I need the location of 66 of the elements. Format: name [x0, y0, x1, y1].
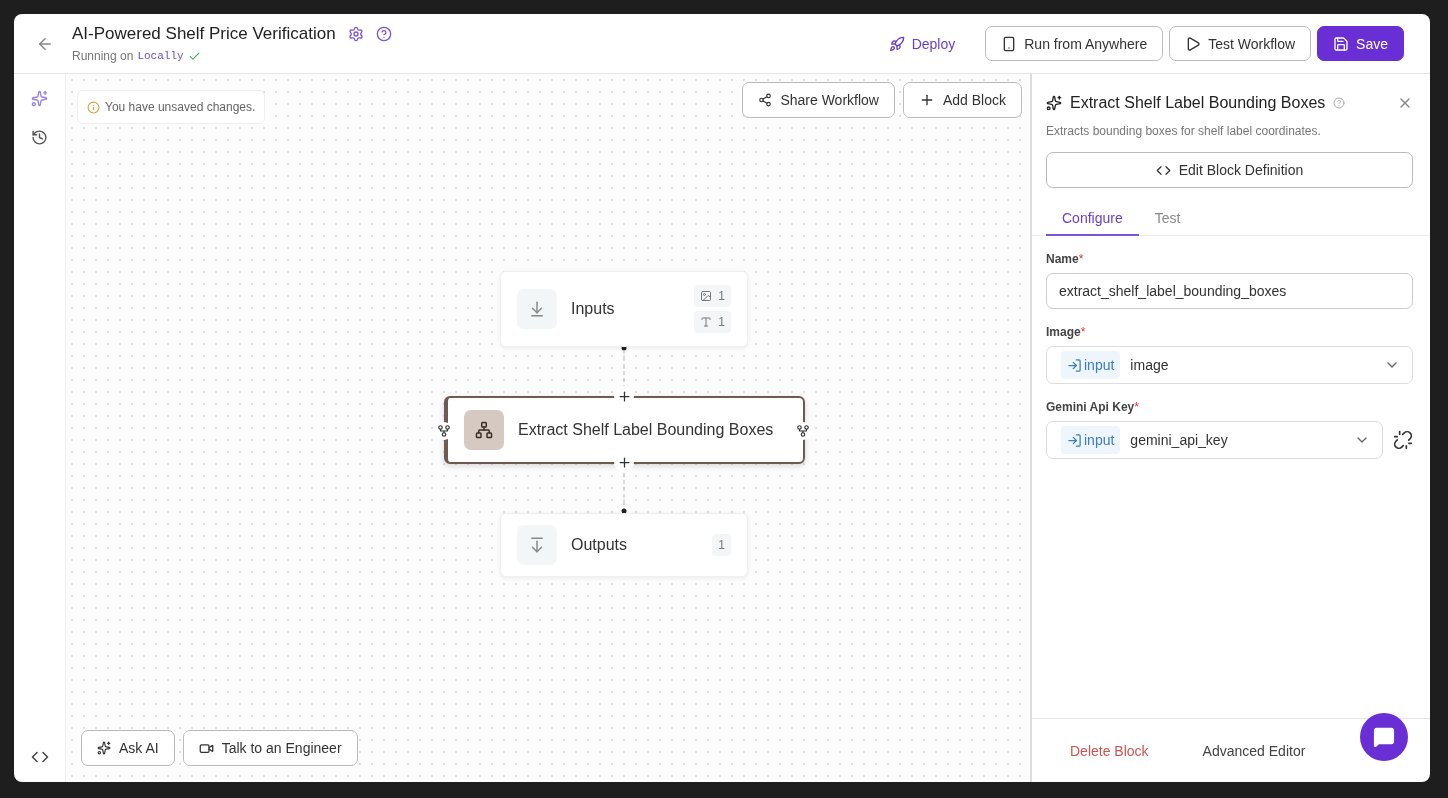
save-icon: [1333, 35, 1350, 52]
field-label: Image: [1046, 325, 1081, 339]
info-icon: [87, 100, 100, 114]
ask-ai-button[interactable]: Ask AI: [81, 730, 175, 766]
workflow-title: AI-Powered Shelf Price Verification: [72, 24, 336, 44]
download-icon: [517, 289, 557, 329]
branch-handle[interactable]: [794, 422, 812, 440]
workflow-node[interactable]: Extract Shelf Label Bounding Boxes: [444, 396, 805, 464]
network-icon: [464, 410, 504, 450]
arrow-into-bracket-icon: [1067, 432, 1082, 448]
block-description: Extracts bounding boxes for shelf label coordinates.: [1046, 124, 1322, 138]
help-button[interactable]: [375, 26, 392, 42]
count-badge: 1: [694, 285, 731, 307]
required-mark: *: [1080, 325, 1086, 339]
settings-button[interactable]: [347, 26, 364, 42]
required-mark: *: [1134, 400, 1139, 414]
select-field[interactable]: input image: [1046, 346, 1413, 384]
sparkles-icon: [97, 741, 111, 755]
history-icon[interactable]: [31, 129, 48, 146]
input-tag: input: [1061, 351, 1121, 379]
workflow-node[interactable]: Inputs 1 1: [500, 271, 748, 347]
advanced-editor-button[interactable]: Advanced Editor: [1196, 741, 1312, 760]
header-button[interactable]: Test Workflow: [1169, 26, 1312, 61]
input-tag: input: [1061, 426, 1121, 454]
panel-title: Extract Shelf Label Bounding Boxes: [1070, 94, 1326, 112]
connector-line: [621, 472, 627, 514]
delete-block-button[interactable]: Delete Block: [1064, 741, 1155, 760]
plus-icon: [616, 388, 632, 404]
plus-icon: [616, 454, 632, 470]
play-icon: [1185, 35, 1202, 52]
name-field[interactable]: extract_shelf_label_bounding_boxes: [1046, 273, 1413, 309]
field-label: Gemini Api Key: [1046, 400, 1135, 414]
arrow-down-icon: [517, 525, 557, 565]
node-label: Outputs: [571, 536, 629, 554]
node-label: Extract Shelf Label Bounding Boxes: [518, 421, 775, 439]
share-workflow-button[interactable]: Share Workflow: [742, 82, 895, 118]
image-icon: [700, 290, 713, 302]
chat-button[interactable]: [1360, 713, 1408, 761]
count-badge: 1: [712, 534, 731, 556]
add-block-button[interactable]: Add Block: [902, 82, 1022, 118]
save-button[interactable]: Save: [1317, 26, 1404, 61]
sparkles-icon[interactable]: [31, 90, 48, 107]
share-icon: [758, 93, 773, 107]
edit-definition-button[interactable]: Edit Block Definition: [1046, 152, 1413, 188]
sparkles-icon: [1046, 95, 1062, 111]
text-icon: [700, 316, 713, 328]
select-field[interactable]: input gemini_api_key: [1046, 421, 1383, 459]
workflow-node[interactable]: Outputs 1: [500, 513, 748, 577]
deploy-link[interactable]: Deploy: [872, 26, 972, 61]
header-button[interactable]: Run from Anywhere: [985, 26, 1164, 61]
running-on-label: Running on: [72, 49, 134, 63]
select-value: gemini_api_key: [1130, 432, 1229, 448]
select-value: image: [1130, 357, 1170, 373]
node-label: Inputs: [571, 300, 616, 318]
field-label: Name: [1046, 252, 1079, 266]
notice-text: You have unsaved changes.: [105, 100, 256, 114]
count-badge: 1: [694, 311, 731, 333]
panel-tab[interactable]: Configure: [1046, 202, 1139, 236]
unlink-button[interactable]: [1393, 430, 1413, 450]
required-mark: *: [1078, 252, 1084, 266]
chat-icon: [1373, 726, 1395, 748]
talk-to-engineer-button[interactable]: Talk to an Engineer: [182, 730, 358, 766]
panel-tab[interactable]: Test: [1138, 202, 1197, 236]
environment-name: Locally: [137, 50, 184, 62]
rocket-icon: [888, 35, 905, 52]
arrow-into-bracket-icon: [1067, 357, 1082, 373]
